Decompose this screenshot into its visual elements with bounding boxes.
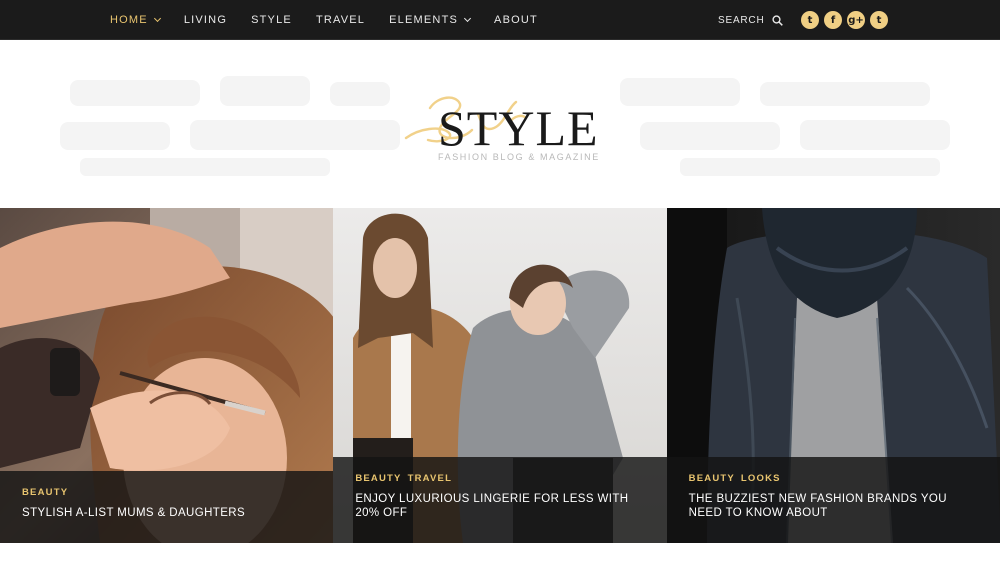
- category-link[interactable]: BEAUTY: [22, 487, 68, 498]
- post-categories: BEAUTY: [22, 487, 311, 498]
- chevron-down-icon: [153, 14, 161, 23]
- nav-item-travel[interactable]: TRAVEL: [316, 14, 365, 26]
- site-header: STYLE FASHION BLOG & MAGAZINE: [0, 40, 1000, 208]
- post-title[interactable]: THE BUZZIEST NEW FASHION BRANDS YOU NEED…: [689, 492, 978, 520]
- nav-item-elements[interactable]: ELEMENTS: [389, 14, 472, 26]
- nav-item-style[interactable]: STYLE: [251, 14, 292, 26]
- post-categories: BEAUTY TRAVEL: [355, 473, 644, 484]
- social-links: t f g+ t: [801, 11, 893, 29]
- nav-item-label: LIVING: [183, 14, 228, 26]
- post-title[interactable]: ENJOY LUXURIOUS LINGERIE FOR LESS WITH 2…: [355, 492, 644, 520]
- search-icon: [772, 14, 784, 26]
- top-navbar: HOME LIVING STYLE TRAVEL ELEMENTS ABOUT …: [0, 0, 1000, 40]
- nav-item-home[interactable]: HOME: [110, 14, 161, 26]
- category-link[interactable]: LOOKS: [741, 473, 781, 484]
- page-bottom-spacer: [0, 543, 1000, 562]
- category-link[interactable]: BEAUTY: [689, 473, 735, 484]
- post-caption: BEAUTY LOOKS THE BUZZIEST NEW FASHION BR…: [666, 457, 1000, 543]
- category-link[interactable]: BEAUTY: [355, 473, 401, 484]
- nav-item-living[interactable]: LIVING: [184, 14, 227, 26]
- featured-post-card[interactable]: BEAUTY LOOKS THE BUZZIEST NEW FASHION BR…: [666, 208, 1000, 543]
- main-nav: HOME LIVING STYLE TRAVEL ELEMENTS ABOUT: [110, 0, 562, 40]
- post-caption: BEAUTY TRAVEL ENJOY LUXURIOUS LINGERIE F…: [333, 457, 667, 543]
- twitter-icon[interactable]: t: [801, 11, 819, 29]
- category-link[interactable]: TRAVEL: [408, 473, 453, 484]
- search-button[interactable]: SEARCH: [718, 0, 784, 40]
- nav-item-about[interactable]: ABOUT: [494, 14, 538, 26]
- tumblr-icon[interactable]: t: [870, 11, 888, 29]
- featured-post-card[interactable]: BEAUTY TRAVEL ENJOY LUXURIOUS LINGERIE F…: [333, 208, 667, 543]
- nav-item-label: TRAVEL: [315, 14, 366, 26]
- post-categories: BEAUTY LOOKS: [689, 473, 978, 484]
- featured-post-card[interactable]: BEAUTY STYLISH A-LIST MUMS & DAUGHTERS: [0, 208, 334, 543]
- search-label: SEARCH: [718, 14, 765, 26]
- nav-item-label: HOME: [110, 14, 148, 26]
- post-caption: BEAUTY STYLISH A-LIST MUMS & DAUGHTERS: [0, 471, 334, 543]
- site-logo[interactable]: STYLE FASHION BLOG & MAGAZINE: [400, 88, 610, 178]
- logo-title: STYLE: [438, 100, 599, 156]
- facebook-icon[interactable]: f: [824, 11, 842, 29]
- chevron-down-icon: [464, 14, 472, 23]
- post-title[interactable]: STYLISH A-LIST MUMS & DAUGHTERS: [22, 506, 311, 520]
- nav-item-label: ELEMENTS: [389, 14, 459, 26]
- featured-posts: BEAUTY STYLISH A-LIST MUMS & DAUGHTERS B…: [0, 208, 1000, 543]
- nav-item-label: STYLE: [251, 14, 292, 26]
- google-plus-icon[interactable]: g+: [847, 11, 865, 29]
- logo-tagline: FASHION BLOG & MAGAZINE: [438, 152, 600, 162]
- nav-item-label: ABOUT: [494, 14, 538, 26]
